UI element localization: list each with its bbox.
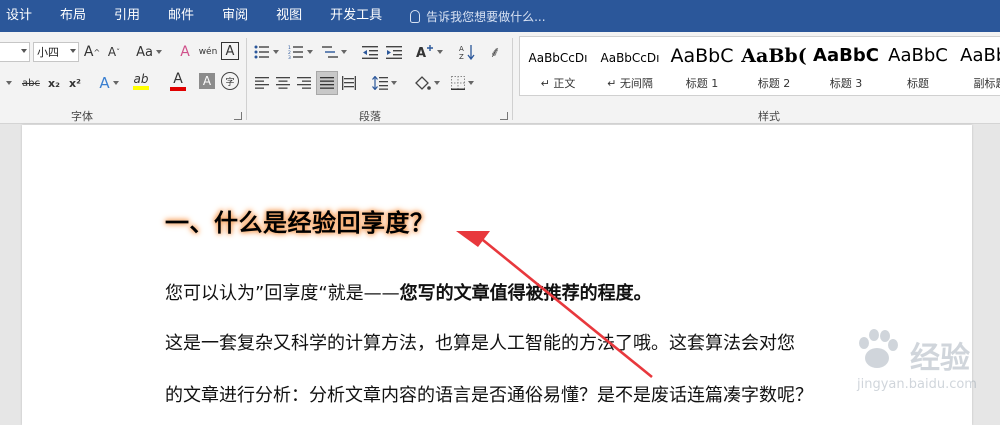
- numbering-icon: 123: [288, 45, 303, 59]
- underline-dropdown[interactable]: [2, 72, 12, 94]
- group-separator: [512, 38, 513, 120]
- paint-bucket-icon: [414, 76, 431, 90]
- align-left-icon: [255, 77, 269, 89]
- borders-icon: [450, 76, 465, 90]
- svg-text:3: 3: [288, 55, 291, 59]
- red-arrow-annotation: [456, 231, 653, 379]
- style-preview: AaBbC: [670, 45, 734, 67]
- font-name-combo[interactable]: [0, 42, 30, 62]
- style-no-spacing[interactable]: AaBbCcDı ↵ 无间隔: [594, 37, 666, 95]
- tab-references[interactable]: 引用: [100, 0, 154, 32]
- highlight-color-button[interactable]: ab: [127, 70, 155, 92]
- distributed-icon: [342, 76, 356, 90]
- style-heading-3[interactable]: AaBbC 标题 3: [810, 37, 882, 95]
- align-right-icon: [297, 77, 311, 89]
- font-size-combo[interactable]: 小四: [33, 42, 79, 62]
- style-name: 标题: [907, 77, 929, 90]
- decrease-indent-button[interactable]: [360, 41, 380, 63]
- increase-indent-button[interactable]: [384, 41, 404, 63]
- chinese-layout-icon: A: [416, 45, 433, 59]
- svg-text:A: A: [416, 46, 426, 59]
- style-preview: AaBbCcDı: [600, 51, 660, 65]
- style-preview: AaBbCcDı: [528, 51, 588, 65]
- tab-mailings[interactable]: 邮件: [154, 0, 208, 32]
- chinese-layout-button[interactable]: A: [414, 41, 444, 63]
- lightbulb-icon: [410, 9, 421, 23]
- enclose-characters-button[interactable]: 字: [221, 72, 239, 90]
- align-center-button[interactable]: [274, 72, 292, 94]
- distributed-button[interactable]: [340, 72, 358, 94]
- style-preview: AaBbC: [960, 45, 1000, 66]
- justify-button[interactable]: [316, 71, 338, 95]
- increase-indent-icon: [386, 46, 402, 59]
- style-name: 标题 2: [757, 77, 791, 90]
- grow-font-button[interactable]: A ^: [84, 41, 100, 63]
- strikethrough-button[interactable]: abc: [20, 72, 42, 94]
- pilcrow-icon: ⸙: [489, 43, 501, 61]
- style-preview: AaBbC: [813, 45, 879, 66]
- style-normal[interactable]: AaBbCcDı ↵ 正文: [522, 37, 594, 95]
- tab-layout[interactable]: 布局: [46, 0, 100, 32]
- align-right-button[interactable]: [295, 72, 313, 94]
- character-shading-button[interactable]: A: [199, 73, 215, 89]
- text-effects-button[interactable]: A: [96, 72, 122, 94]
- font-group-label: 字体: [71, 110, 93, 123]
- decrease-indent-icon: [362, 46, 378, 59]
- styles-gallery: AaBbCcDı ↵ 正文 AaBbCcDı ↵ 无间隔 AaBbC 标题 1 …: [519, 36, 1000, 96]
- tab-design[interactable]: 设计: [0, 0, 46, 32]
- align-center-icon: [276, 77, 290, 89]
- sort-icon: AZ: [459, 45, 475, 60]
- tab-developer[interactable]: 开发工具: [316, 0, 396, 32]
- line-spacing-button[interactable]: [370, 72, 398, 94]
- clear-format-button[interactable]: A: [176, 41, 194, 63]
- phonetic-guide-button[interactable]: wén: [198, 41, 218, 63]
- character-border-button[interactable]: A: [221, 42, 239, 60]
- ribbon: 小四 A ^ Aˇ Aa A wén A abc x₂ x² A ab A A 字…: [0, 32, 1000, 124]
- paragraph-dialog-launcher[interactable]: [500, 112, 508, 120]
- bullets-button[interactable]: [253, 41, 279, 63]
- tell-me-text: 告诉我您想要做什么...: [426, 9, 546, 24]
- style-name: 标题 1: [685, 77, 719, 90]
- document-workspace: 一、什么是经验回享度？ 您可以认为”回享度“就是——您写的文章值得被推荐的程度。…: [0, 125, 1000, 425]
- tell-me-box[interactable]: 告诉我您想要做什么...: [410, 8, 546, 25]
- style-preview: AaBb(: [741, 45, 807, 67]
- shrink-font-button[interactable]: Aˇ: [106, 41, 122, 63]
- group-separator: [246, 38, 247, 120]
- svg-text:Z: Z: [459, 53, 464, 60]
- styles-group-label: 样式: [758, 110, 780, 123]
- sort-button[interactable]: AZ: [457, 41, 477, 63]
- shading-button[interactable]: [411, 72, 441, 94]
- show-hide-marks-button[interactable]: ⸙: [487, 41, 503, 63]
- style-name: 副标题: [973, 77, 1000, 90]
- style-name: ↵ 无间隔: [607, 77, 653, 90]
- style-heading-1[interactable]: AaBbC 标题 1: [666, 37, 738, 95]
- paragraph-group-label: 段落: [359, 110, 381, 123]
- subscript-button[interactable]: x₂: [46, 72, 62, 94]
- change-case-button[interactable]: Aa: [134, 41, 164, 63]
- font-dialog-launcher[interactable]: [234, 112, 242, 120]
- style-subtitle[interactable]: AaBbC 副标题: [954, 37, 1000, 95]
- tab-view[interactable]: 视图: [262, 0, 316, 32]
- superscript-button[interactable]: x²: [67, 72, 83, 94]
- font-size-value: 小四: [37, 46, 59, 59]
- menu-bar: 设计 布局 引用 邮件 审阅 视图 开发工具 告诉我您想要做什么...: [0, 0, 1000, 32]
- align-left-button[interactable]: [253, 72, 271, 94]
- style-name: 标题 3: [829, 77, 863, 90]
- tab-review[interactable]: 审阅: [208, 0, 262, 32]
- font-color-button[interactable]: A: [166, 70, 190, 92]
- numbering-button[interactable]: 123: [286, 41, 314, 63]
- style-name: ↵ 正文: [540, 77, 576, 90]
- justify-icon: [320, 77, 334, 89]
- multilevel-list-button[interactable]: [320, 41, 348, 63]
- style-preview: AaBbC: [888, 45, 948, 66]
- highlight-color-bar: [133, 86, 149, 90]
- bullets-icon: [254, 45, 269, 59]
- line-spacing-icon: [371, 76, 388, 90]
- borders-button[interactable]: [448, 72, 476, 94]
- font-color-bar: [170, 87, 186, 91]
- style-heading-2[interactable]: AaBb( 标题 2: [738, 37, 810, 95]
- multilevel-list-icon: [321, 46, 338, 58]
- svg-text:A: A: [459, 45, 464, 53]
- style-title[interactable]: AaBbC 标题: [882, 37, 954, 95]
